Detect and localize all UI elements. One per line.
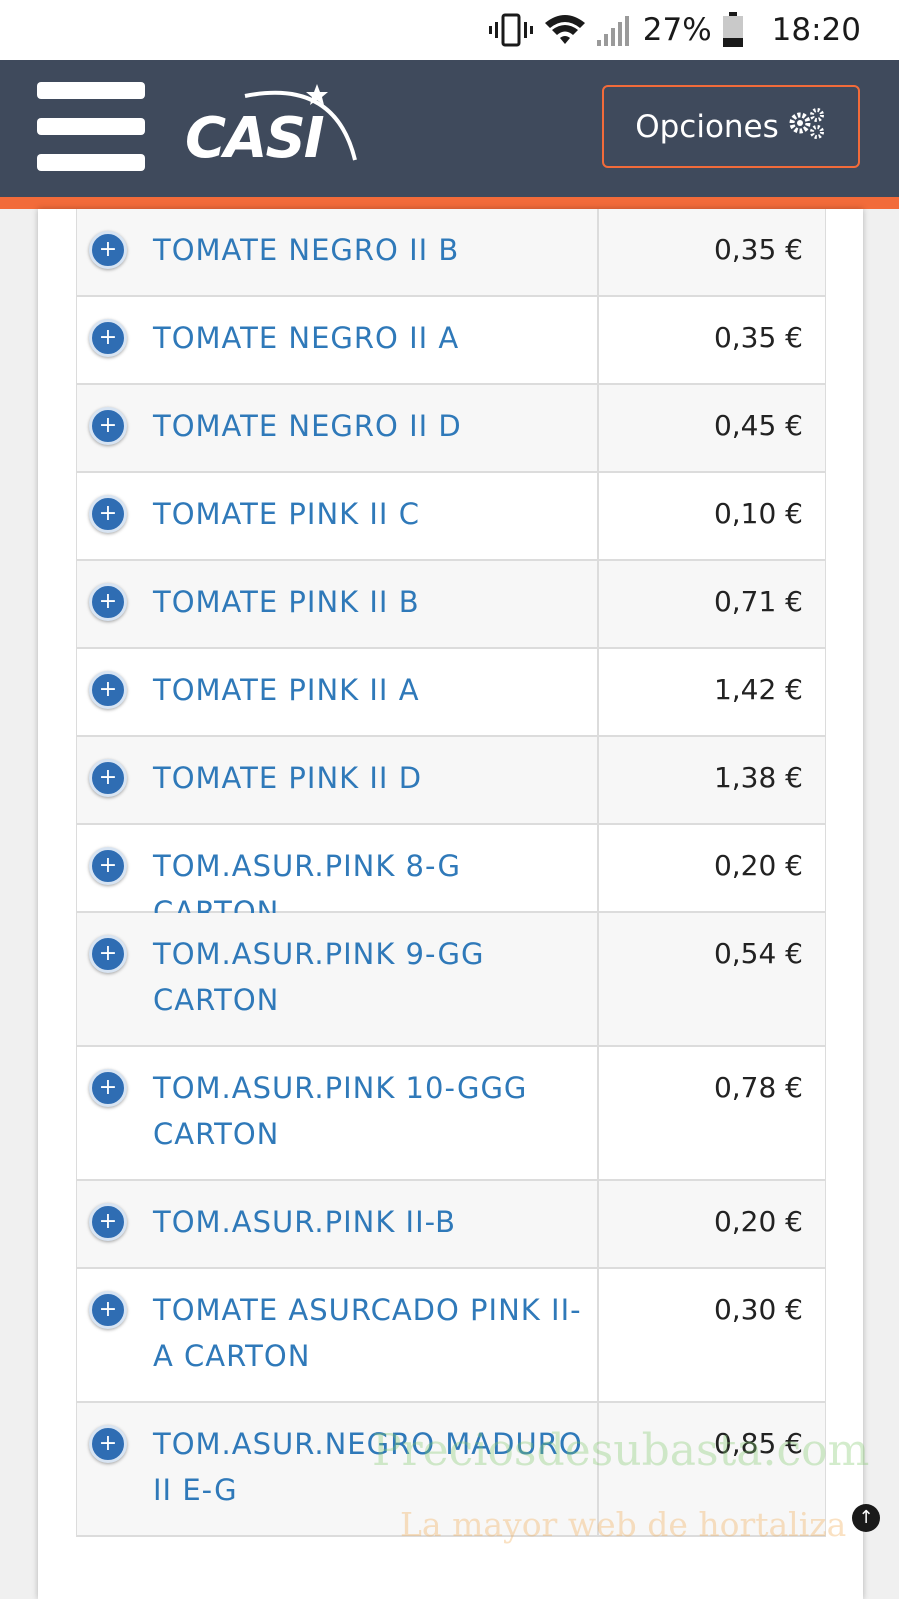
menu-button[interactable] xyxy=(37,82,145,172)
logo-text: CASI xyxy=(185,106,325,171)
product-cell: + TOMATE NEGRO II B xyxy=(77,209,599,295)
table-row[interactable]: + TOMATE NEGRO II B 0,35 € xyxy=(77,209,825,297)
options-button[interactable]: Opciones xyxy=(602,85,860,168)
expand-plus-icon[interactable]: + xyxy=(89,847,127,885)
clock: 18:20 xyxy=(771,12,861,48)
product-name[interactable]: TOM.ASUR.PINK 9-GG CARTON xyxy=(153,931,583,1023)
product-name[interactable]: TOMATE NEGRO II D xyxy=(153,403,583,449)
table-row[interactable]: + TOMATE PINK II C 0,10 € xyxy=(77,473,825,561)
scroll-top-button[interactable]: ↑ xyxy=(852,1504,880,1532)
product-cell: + TOMATE PINK II D xyxy=(77,737,599,823)
product-name[interactable]: TOMATE NEGRO II B xyxy=(153,227,583,273)
product-cell: + TOM.ASUR.PINK 10-GGG CARTON xyxy=(77,1047,599,1179)
table-row[interactable]: + TOM.ASUR.NEGRO MADURO II E-G 0,85 € xyxy=(77,1403,825,1537)
status-bar: 27% 18:20 xyxy=(0,0,899,60)
options-label: Opciones xyxy=(635,108,779,145)
product-cell: + TOMATE PINK II B xyxy=(77,561,599,647)
product-cell: + TOMATE NEGRO II A xyxy=(77,297,599,383)
status-bar-indicators: 27% 18:20 xyxy=(488,0,861,60)
expand-plus-icon[interactable]: + xyxy=(89,407,127,445)
content-panel: + TOMATE NEGRO II B 0,35 € + TOMATE NEGRO II… xyxy=(38,209,863,1599)
product-price: 0,10 € xyxy=(713,497,803,530)
table-row[interactable]: + TOM.ASUR.PINK 8-G CARTON 0,20 € xyxy=(77,825,825,929)
product-price: 0,20 € xyxy=(713,849,803,882)
casi-logo[interactable]: CASI xyxy=(185,78,365,178)
product-name[interactable]: TOM.ASUR.PINK 10-GGG CARTON xyxy=(153,1065,583,1157)
product-price: 0,30 € xyxy=(713,1293,803,1326)
expand-plus-icon[interactable]: + xyxy=(89,1425,127,1463)
expand-plus-icon[interactable]: + xyxy=(89,935,127,973)
product-cell: + TOM.ASUR.PINK 8-G CARTON xyxy=(77,825,599,929)
product-price: 0,20 € xyxy=(713,1205,803,1238)
product-price: 0,35 € xyxy=(713,233,803,266)
product-cell: + TOM.ASUR.PINK II-B xyxy=(77,1181,599,1267)
arrow-up-icon: ↑ xyxy=(858,1507,874,1528)
battery-icon xyxy=(722,12,744,48)
product-name[interactable]: TOMATE NEGRO II A xyxy=(153,315,583,361)
table-row[interactable]: + TOM.ASUR.PINK 10-GGG CARTON 0,78 € xyxy=(77,1047,825,1181)
hamburger-line-icon xyxy=(37,118,145,135)
product-price: 0,71 € xyxy=(713,585,803,618)
table-row[interactable]: + TOMATE PINK II A 1,42 € xyxy=(77,649,825,737)
expand-plus-icon[interactable]: + xyxy=(89,319,127,357)
hamburger-line-icon xyxy=(37,82,145,99)
table-row[interactable]: + TOMATE ASURCADO PINK II-A CARTON 0,30 € xyxy=(77,1269,825,1403)
hamburger-line-icon xyxy=(37,154,145,171)
product-price: 0,78 € xyxy=(713,1071,803,1104)
product-name[interactable]: TOMATE PINK II C xyxy=(153,491,583,537)
product-name[interactable]: TOM.ASUR.NEGRO MADURO II E-G xyxy=(153,1421,583,1513)
expand-plus-icon[interactable]: + xyxy=(89,1069,127,1107)
product-name[interactable]: TOMATE ASURCADO PINK II-A CARTON xyxy=(153,1287,583,1379)
product-cell: + TOMATE ASURCADO PINK II-A CARTON xyxy=(77,1269,599,1401)
table-row[interactable]: + TOMATE NEGRO II D 0,45 € xyxy=(77,385,825,473)
price-table: + TOMATE NEGRO II B 0,35 € + TOMATE NEGRO II… xyxy=(76,209,826,1537)
vibrate-icon xyxy=(488,13,533,47)
gears-icon xyxy=(787,106,827,148)
product-cell: + TOMATE PINK II C xyxy=(77,473,599,559)
wifi-icon xyxy=(543,13,587,47)
product-price: 0,35 € xyxy=(713,321,803,354)
product-name[interactable]: TOMATE PINK II D xyxy=(153,755,583,801)
table-row[interactable]: + TOM.ASUR.PINK II-B 0,20 € xyxy=(77,1181,825,1269)
expand-plus-icon[interactable]: + xyxy=(89,231,127,269)
table-row[interactable]: + TOMATE PINK II B 0,71 € xyxy=(77,561,825,649)
product-price: 0,54 € xyxy=(713,937,803,970)
header-accent-bar xyxy=(0,197,899,209)
battery-percent: 27% xyxy=(642,12,712,48)
table-row[interactable]: + TOMATE NEGRO II A 0,35 € xyxy=(77,297,825,385)
product-price: 0,45 € xyxy=(713,409,803,442)
product-price: 1,38 € xyxy=(713,761,803,794)
signal-icon xyxy=(596,14,633,46)
product-name[interactable]: TOM.ASUR.PINK II-B xyxy=(153,1199,583,1245)
product-cell: + TOMATE NEGRO II D xyxy=(77,385,599,471)
table-row[interactable]: + TOMATE PINK II D 1,38 € xyxy=(77,737,825,825)
product-name[interactable]: TOMATE PINK II A xyxy=(153,667,583,713)
expand-plus-icon[interactable]: + xyxy=(89,1291,127,1329)
expand-plus-icon[interactable]: + xyxy=(89,671,127,709)
product-price: 0,85 € xyxy=(713,1427,803,1460)
product-cell: + TOMATE PINK II A xyxy=(77,649,599,735)
expand-plus-icon[interactable]: + xyxy=(89,759,127,797)
table-row[interactable]: + TOM.ASUR.PINK 9-GG CARTON 0,54 € xyxy=(77,913,825,1047)
product-cell: + TOM.ASUR.PINK 9-GG CARTON xyxy=(77,913,599,1045)
expand-plus-icon[interactable]: + xyxy=(89,583,127,621)
product-name[interactable]: TOMATE PINK II B xyxy=(153,579,583,625)
product-cell: + TOM.ASUR.NEGRO MADURO II E-G xyxy=(77,1403,599,1535)
product-price: 1,42 € xyxy=(713,673,803,706)
expand-plus-icon[interactable]: + xyxy=(89,1203,127,1241)
expand-plus-icon[interactable]: + xyxy=(89,495,127,533)
